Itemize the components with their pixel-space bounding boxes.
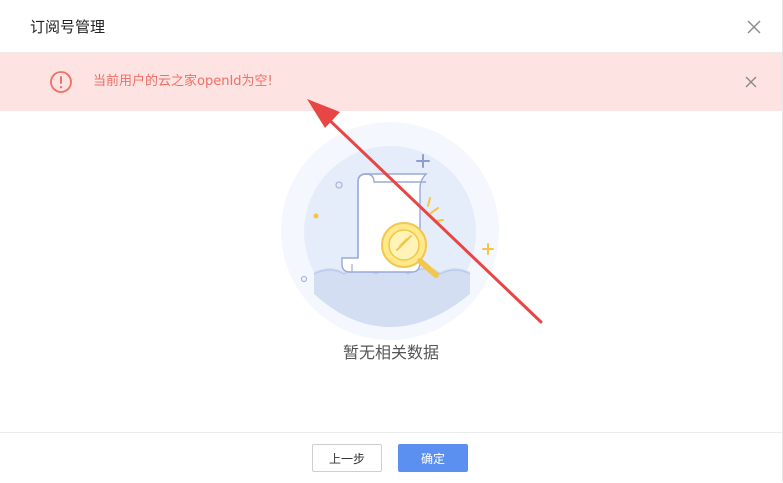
empty-search-illustration-icon — [280, 122, 502, 340]
dialog-footer: 上一步 确定 — [0, 432, 782, 483]
empty-state-text: 暂无相关数据 — [342, 343, 439, 362]
previous-step-button[interactable]: 上一步 — [312, 444, 382, 472]
confirm-button[interactable]: 确定 — [398, 444, 468, 472]
dialog-header: 订阅号管理 — [0, 0, 782, 53]
alert-close-icon[interactable] — [744, 74, 758, 88]
error-alert: 当前用户的云之家openId为空! — [0, 53, 782, 111]
subscription-dialog: 订阅号管理 当前用户的云之家openId为空! 暂无相关数据 上一步 确定 — [0, 0, 783, 482]
close-icon[interactable] — [745, 18, 763, 36]
exclamation-circle-icon — [49, 70, 73, 94]
alert-message: 当前用户的云之家openId为空! — [93, 74, 273, 89]
dialog-title: 订阅号管理 — [30, 18, 106, 36]
